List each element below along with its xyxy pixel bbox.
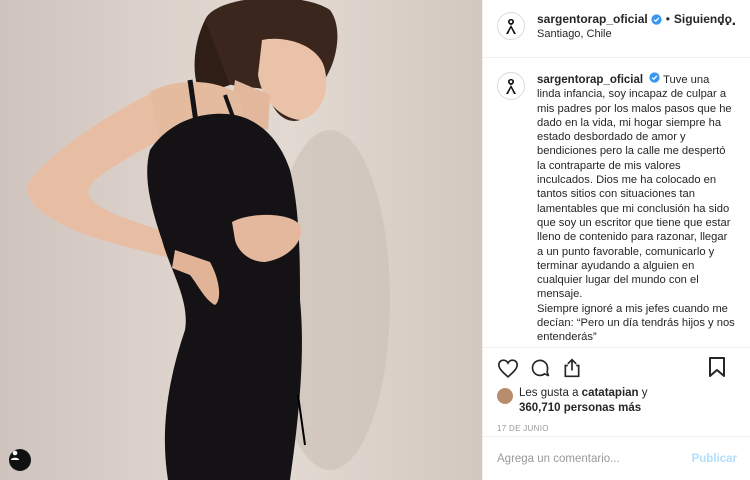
likes-summary: Les gusta a catatapian y 360,710 persona… — [483, 386, 750, 416]
publish-button[interactable]: Publicar — [692, 453, 737, 465]
bookmark-icon[interactable] — [706, 356, 728, 378]
liker-avatar[interactable] — [497, 388, 513, 404]
heart-icon[interactable] — [497, 357, 519, 379]
user-tag-icon[interactable] — [9, 449, 31, 471]
likes-prefix: Les gusta a — [519, 387, 579, 399]
post-caption: sargentorap_oficial Tuve una linda infan… — [483, 58, 750, 348]
likes-text[interactable]: Les gusta a catatapian y 360,710 persona… — [519, 386, 648, 416]
header-separator: • — [665, 12, 670, 26]
post-image[interactable] — [0, 0, 482, 480]
post-actions — [483, 348, 750, 382]
more-options-icon[interactable]: ··· — [719, 17, 738, 33]
post-header: sargentorap_oficial • Siguiendo Santiago… — [483, 0, 750, 58]
liker-username[interactable]: catatapian — [582, 387, 639, 399]
caption-body: sargentorap_oficial Tuve una linda infan… — [537, 72, 736, 345]
location-link[interactable]: Santiago, Chile — [537, 27, 732, 41]
caption-text: Tuve una linda infancia, soy incapaz de … — [537, 74, 735, 344]
comment-icon[interactable] — [529, 357, 551, 379]
likes-suffix[interactable]: personas más — [564, 402, 641, 414]
post-side-panel: sargentorap_oficial • Siguiendo Santiago… — [482, 0, 750, 480]
verified-badge-icon — [651, 13, 662, 25]
comment-input[interactable] — [497, 452, 692, 465]
likes-connector: y — [641, 387, 648, 399]
verified-badge-icon — [649, 72, 660, 83]
post-photo-illustration — [27, 0, 390, 480]
comment-box: Publicar — [483, 436, 750, 480]
share-icon[interactable] — [561, 357, 583, 379]
black-ribbon-icon[interactable] — [497, 72, 525, 100]
black-ribbon-icon[interactable] — [497, 12, 525, 40]
header-username[interactable]: sargentorap_oficial — [537, 12, 648, 26]
header-text: sargentorap_oficial • Siguiendo Santiago… — [537, 12, 732, 41]
post-date[interactable]: 17 DE JUNIO — [483, 416, 750, 433]
caption-username[interactable]: sargentorap_oficial — [537, 74, 643, 86]
likes-count[interactable]: 360,710 — [519, 402, 561, 414]
